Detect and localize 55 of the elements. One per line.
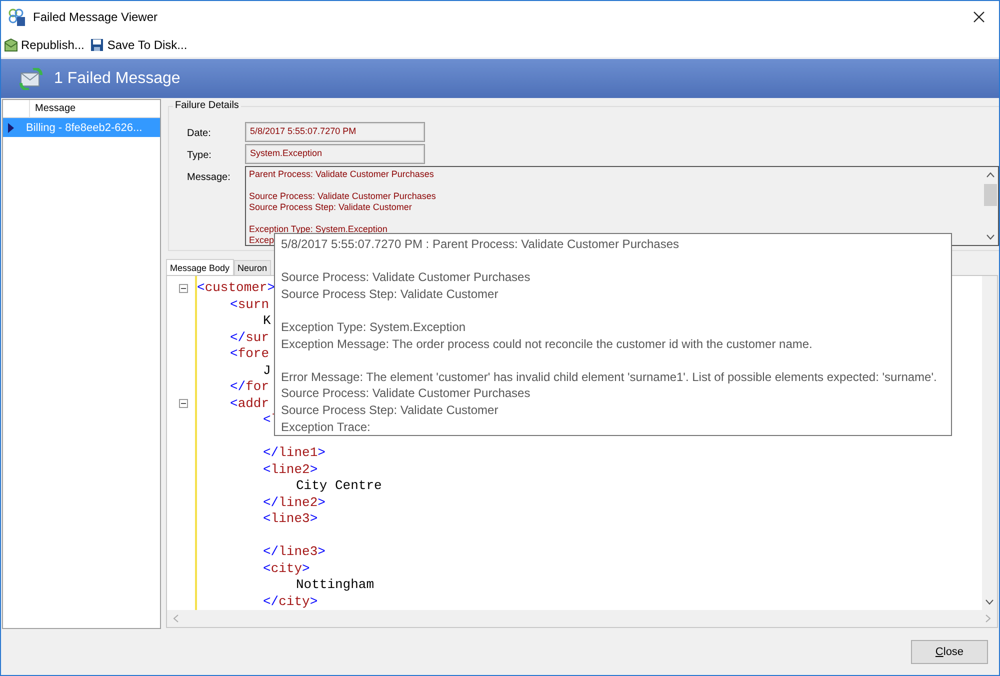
scroll-up-icon[interactable] bbox=[986, 172, 995, 178]
close-icon[interactable] bbox=[973, 11, 985, 23]
tab[interactable]: Neuron bbox=[234, 260, 272, 275]
close-button[interactable]: Close bbox=[911, 640, 988, 664]
code-line: <line3> bbox=[263, 511, 318, 526]
toolbar-button[interactable]: Save To Disk... bbox=[89, 36, 188, 54]
banner-title: 1 Failed Message bbox=[54, 70, 180, 88]
save-icon bbox=[90, 38, 104, 52]
code-line: </line2> bbox=[263, 494, 326, 510]
code-line: <surn bbox=[230, 296, 270, 312]
code-line: </line1> bbox=[263, 445, 326, 460]
scroll-down-icon[interactable] bbox=[986, 234, 995, 240]
scroll-thumb[interactable] bbox=[984, 184, 997, 206]
tab[interactable]: Message Body bbox=[166, 259, 234, 275]
collapse-icon[interactable] bbox=[179, 284, 188, 293]
tooltip-line: Exception Message: The order process could not reconcile the customer id with the customer name. bbox=[281, 336, 812, 351]
code-line: Nottingham bbox=[296, 577, 374, 592]
text-field[interactable]: 5/8/2017 5:55:07.7270 PM bbox=[245, 122, 425, 142]
app-icon bbox=[8, 8, 26, 26]
tooltip-line: Source Process Step: Validate Customer bbox=[281, 402, 498, 417]
code-line: </sur bbox=[230, 330, 270, 344]
tooltip-line: Exception Trace: bbox=[281, 420, 370, 434]
field-label: Message: bbox=[186, 171, 232, 183]
message-line: Parent Process: Validate Customer Purchases bbox=[249, 169, 434, 179]
tooltip-line: Source Process Step: Validate Customer bbox=[281, 286, 498, 301]
field-label: Date: bbox=[186, 127, 212, 139]
caret-icon bbox=[8, 122, 14, 132]
code-line: <fore bbox=[230, 346, 270, 361]
collapse-icon[interactable] bbox=[179, 399, 188, 408]
field-label: Type: bbox=[186, 149, 212, 161]
code-line: </for bbox=[230, 379, 270, 394]
code-line: City Centre bbox=[296, 478, 382, 493]
code-line: <city> bbox=[263, 560, 310, 576]
code-line: J bbox=[263, 362, 271, 378]
scroll-down-icon[interactable] bbox=[985, 599, 994, 605]
window-title: Failed Message Viewer bbox=[33, 10, 158, 24]
code-line: <addr bbox=[230, 396, 270, 410]
code-line: <line2> bbox=[263, 462, 318, 476]
toolbar-button[interactable]: Republish... bbox=[3, 36, 86, 54]
envelope-icon bbox=[19, 68, 43, 90]
code-line: K bbox=[263, 313, 271, 328]
message-line: Source Process Step: Validate Customer bbox=[249, 202, 412, 212]
tooltip-line: Error Message: The element 'customer' has invalid child element 'surname1'. List of possible elements expected: 'surname'. bbox=[281, 370, 937, 384]
text-field[interactable]: System.Exception bbox=[245, 144, 425, 164]
column-header[interactable]: Message bbox=[30, 100, 160, 117]
message-line: Excep bbox=[249, 235, 274, 245]
message-line: Source Process: Validate Customer Purchases bbox=[249, 191, 436, 201]
tooltip-line: Source Process: Validate Customer Purchases bbox=[281, 270, 530, 284]
code-line: </line3> bbox=[263, 544, 326, 559]
message-line: Exception Type: System.Exception bbox=[249, 224, 388, 234]
envelope-icon bbox=[4, 38, 18, 52]
tooltip-line: Source Process: Validate Customer Purchases bbox=[281, 386, 530, 400]
code-line: </city> bbox=[263, 594, 318, 608]
group-title: Failure Details bbox=[173, 100, 241, 111]
tooltip-line: Exception Type: System.Exception bbox=[281, 320, 466, 334]
